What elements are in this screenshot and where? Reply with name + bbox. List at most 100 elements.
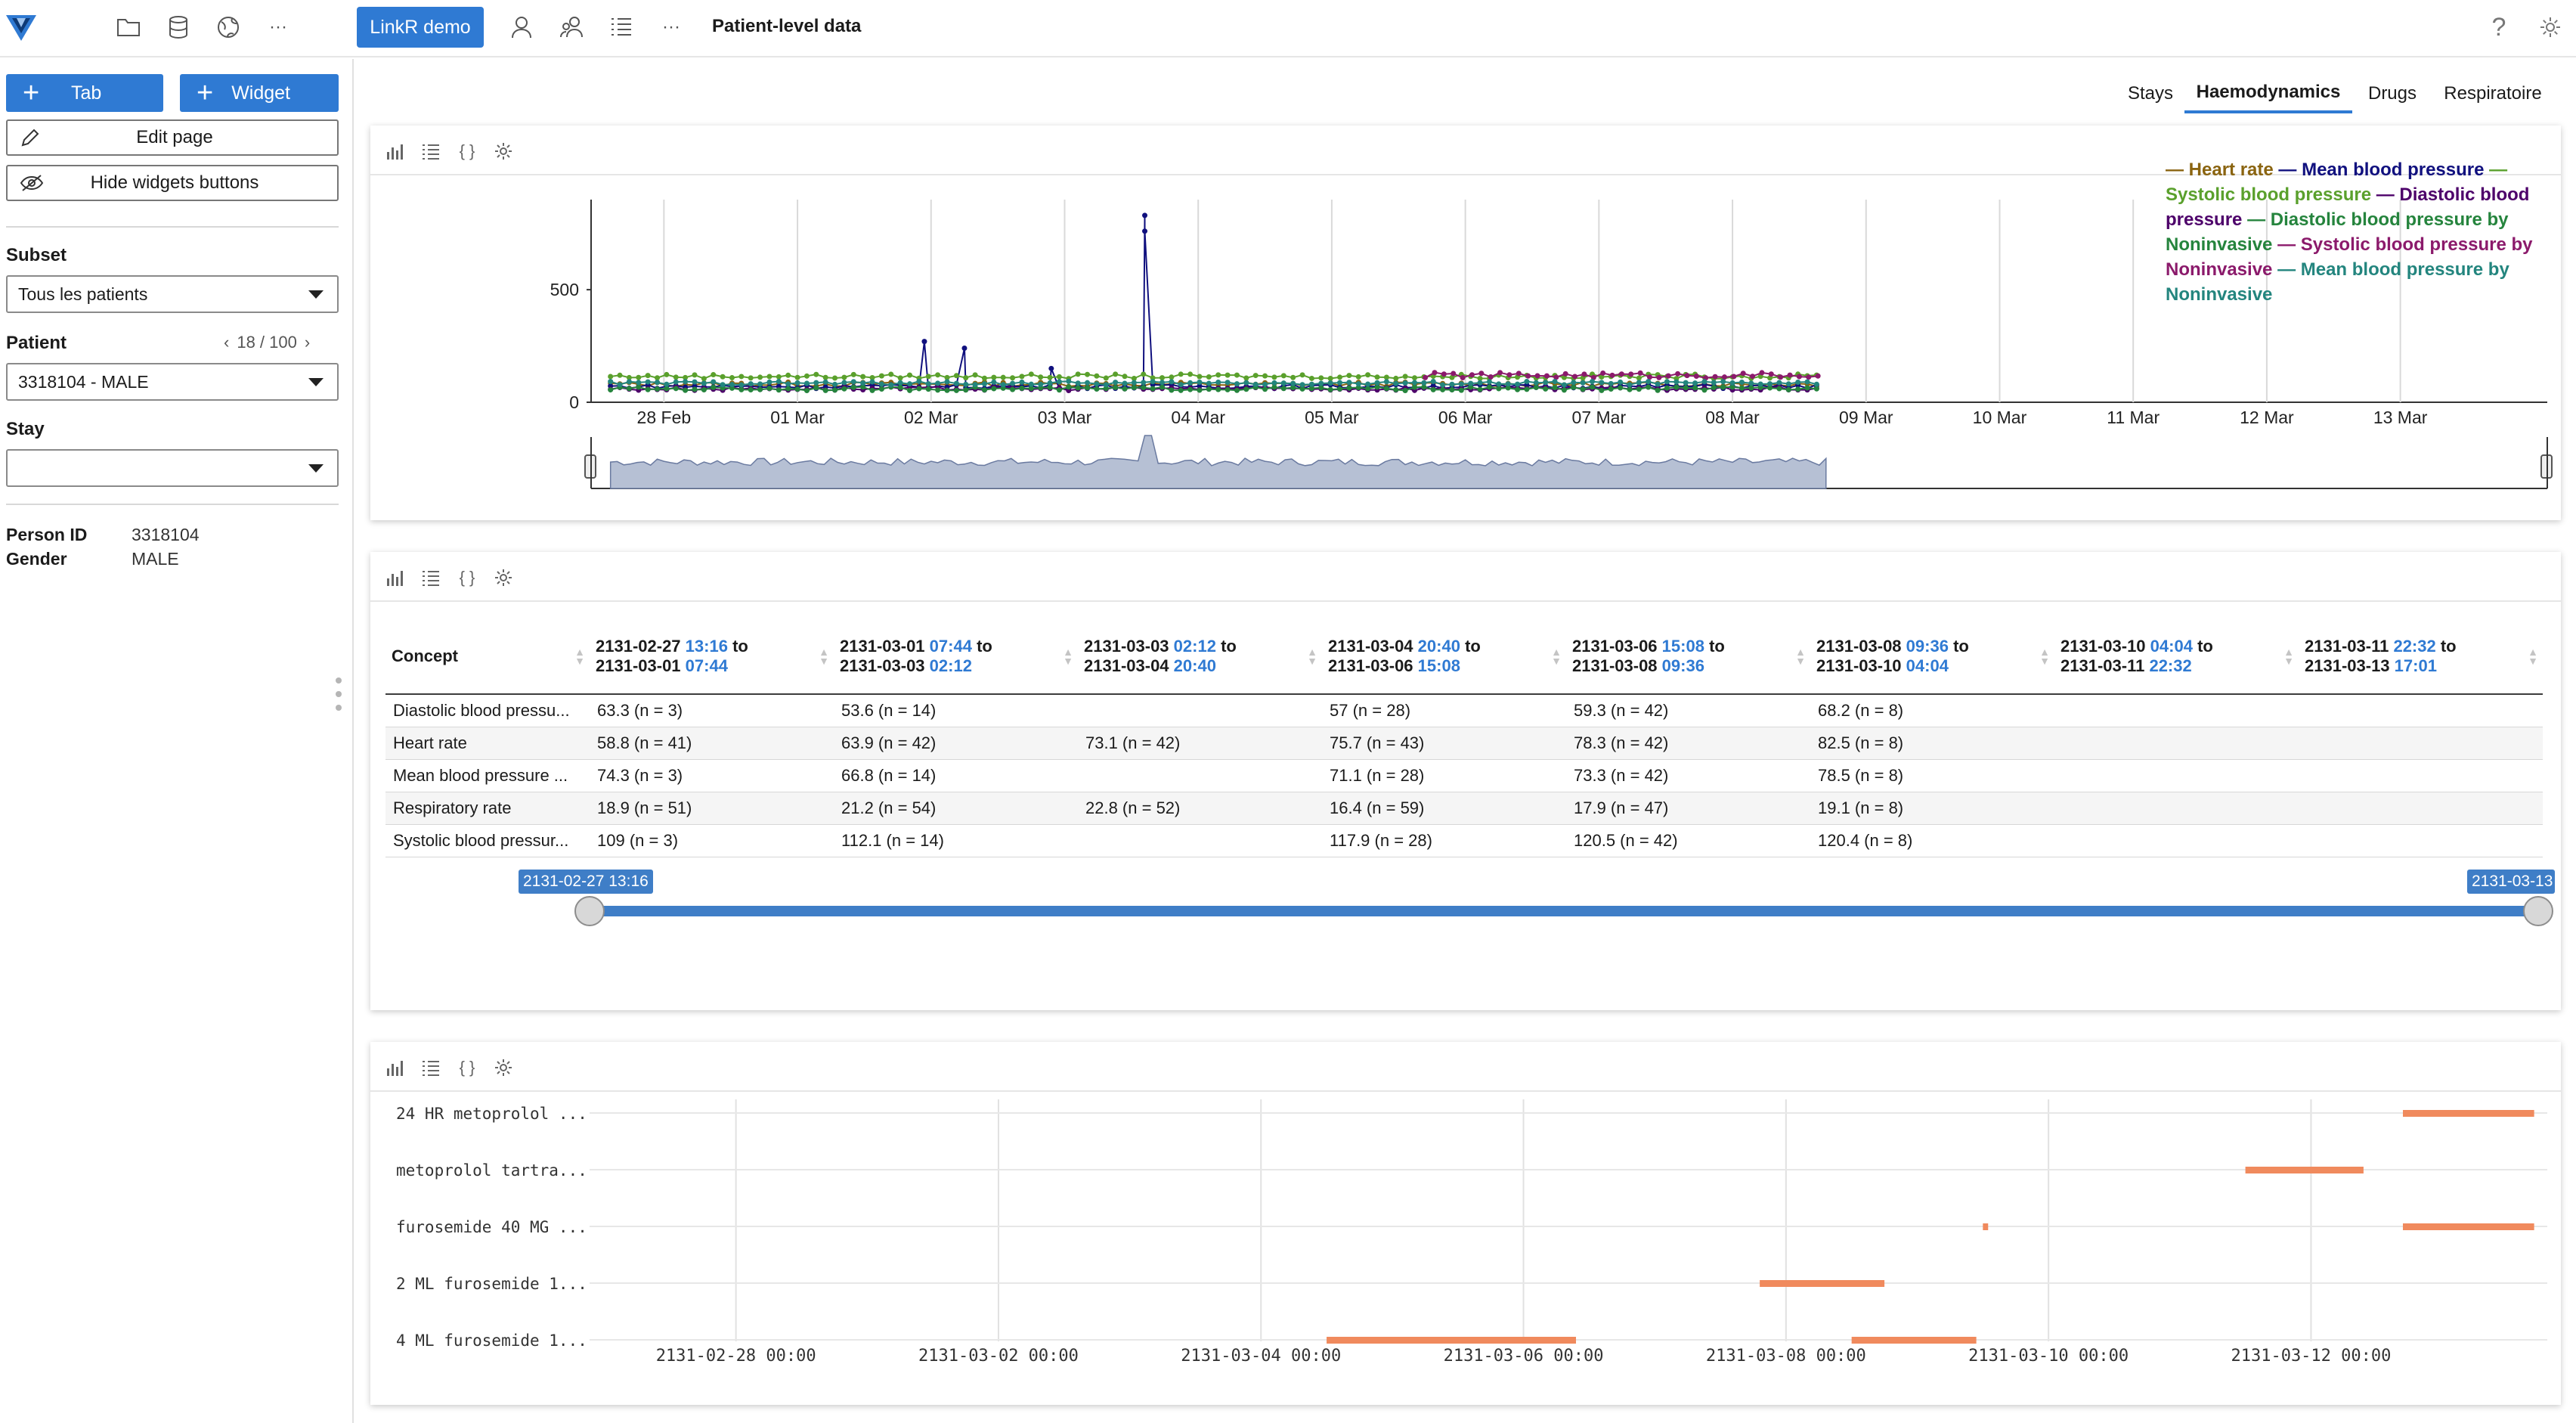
period-start-time: 07:44 bbox=[929, 636, 972, 656]
sort-icon[interactable]: ▲ ▼ bbox=[2283, 646, 2294, 666]
data-point bbox=[1393, 375, 1399, 381]
stay-select[interactable] bbox=[6, 449, 339, 487]
period-to: to bbox=[2440, 636, 2457, 656]
more-options-icon[interactable]: ··· bbox=[655, 11, 688, 44]
data-point bbox=[1440, 386, 1446, 392]
data-point bbox=[1075, 380, 1081, 386]
list-icon[interactable] bbox=[605, 11, 638, 44]
gear-icon[interactable] bbox=[2534, 11, 2567, 44]
column-header-period[interactable]: 2131-03-06 15:08 to 2131-03-08 09:36 ▲ ▼ bbox=[1566, 618, 1810, 695]
code-braces-icon[interactable]: { } bbox=[457, 1057, 478, 1078]
help-icon[interactable]: ? bbox=[2482, 11, 2516, 44]
data-point bbox=[1141, 380, 1147, 386]
chevron-right-icon[interactable]: › bbox=[305, 333, 310, 352]
linkr-logo-icon[interactable] bbox=[5, 11, 38, 44]
drugs-timeline-chart[interactable]: 2131-02-28 00:00 2131-03-02 00:00 2131-03-… bbox=[370, 1092, 2561, 1405]
sort-icon[interactable]: ▲ ▼ bbox=[1063, 646, 1073, 666]
data-point bbox=[935, 372, 941, 378]
data-point bbox=[1711, 385, 1717, 391]
gear-icon[interactable] bbox=[493, 141, 514, 162]
tab-haemodynamics[interactable]: Haemodynamics bbox=[2184, 74, 2352, 113]
table-row: Respiratory rate 18.9 (n = 51) 21.2 (n = 5… bbox=[385, 792, 2543, 825]
column-header-period[interactable]: 2131-03-08 09:36 to 2131-03-10 04:04 ▲ ▼ bbox=[1810, 618, 2054, 695]
patient-select[interactable]: 3318104 - MALE bbox=[6, 363, 339, 401]
column-header-period[interactable]: 2131-03-04 20:40 to 2131-03-06 15:08 ▲ ▼ bbox=[1322, 618, 1566, 695]
add-tab-button[interactable]: + Tab bbox=[6, 74, 163, 112]
data-point bbox=[1813, 381, 1819, 387]
code-braces-icon[interactable]: { } bbox=[457, 141, 478, 162]
list-icon[interactable] bbox=[420, 141, 441, 162]
data-point bbox=[1262, 381, 1268, 387]
data-point bbox=[841, 374, 847, 380]
drugs-timeline-widget: { } 2131-02-28 00:00 2131-03-02 00:00 2131… bbox=[370, 1042, 2561, 1405]
slider-start-handle[interactable] bbox=[574, 896, 605, 926]
x-tick-label: 2131-03-02 00:00 bbox=[918, 1347, 1079, 1366]
data-point bbox=[1393, 386, 1399, 392]
period-end-date: 2131-03-04 bbox=[1084, 656, 1169, 675]
sort-icon[interactable]: ▲ ▼ bbox=[819, 646, 829, 666]
pencil-icon bbox=[20, 127, 53, 148]
add-widget-button[interactable]: + Widget bbox=[180, 74, 339, 112]
linkr-demo-button[interactable]: LinkR demo bbox=[357, 7, 484, 48]
data-point bbox=[1393, 380, 1399, 386]
gender-label: Gender bbox=[6, 549, 67, 569]
code-braces-icon[interactable]: { } bbox=[457, 567, 478, 588]
period-end-date: 2131-03-06 bbox=[1328, 656, 1413, 675]
folder-icon[interactable] bbox=[112, 11, 145, 44]
tab-drugs[interactable]: Drugs bbox=[2352, 74, 2432, 113]
sort-icon[interactable]: ▲ ▼ bbox=[1551, 646, 1562, 666]
period-start-time: 13:16 bbox=[685, 636, 728, 656]
data-point bbox=[1543, 380, 1549, 386]
bar-chart-icon[interactable] bbox=[384, 1057, 405, 1078]
data-point bbox=[1075, 385, 1081, 391]
column-header-period[interactable]: 2131-03-01 07:44 to 2131-03-03 02:12 ▲ ▼ bbox=[834, 618, 1078, 695]
data-point bbox=[1085, 380, 1091, 386]
slider-end-handle[interactable] bbox=[2523, 896, 2553, 926]
data-point bbox=[1019, 386, 1025, 392]
column-header-concept[interactable]: Concept ▲ ▼ bbox=[385, 618, 590, 695]
edit-page-button[interactable]: Edit page bbox=[6, 119, 339, 156]
data-point bbox=[1449, 387, 1455, 393]
data-point bbox=[1562, 370, 1568, 377]
sort-icon[interactable]: ▲ ▼ bbox=[574, 646, 585, 666]
data-point bbox=[1308, 381, 1314, 387]
list-icon[interactable] bbox=[420, 1057, 441, 1078]
bar-chart-icon[interactable] bbox=[384, 567, 405, 588]
gear-icon[interactable] bbox=[493, 567, 514, 588]
tab-respiratoire[interactable]: Respiratoire bbox=[2432, 74, 2553, 113]
column-header-period[interactable]: 2131-03-10 04:04 to 2131-03-11 22:32 ▲ ▼ bbox=[2054, 618, 2299, 695]
tab-stays[interactable]: Stays bbox=[2116, 74, 2184, 113]
sidebar-resize-handle[interactable] bbox=[336, 677, 343, 718]
data-point bbox=[1693, 373, 1699, 379]
value-cell: 21.2 (n = 54) bbox=[834, 792, 1078, 825]
data-point bbox=[869, 387, 875, 393]
bar-chart-icon[interactable] bbox=[384, 141, 405, 162]
data-point bbox=[757, 374, 763, 380]
sort-icon[interactable]: ▲ ▼ bbox=[1795, 646, 1806, 666]
column-header-period[interactable]: 2131-03-11 22:32 to 2131-03-13 17:01 ▲ ▼ bbox=[2299, 618, 2543, 695]
widget-toolbar: { } bbox=[370, 552, 2561, 602]
time-range-slider[interactable] bbox=[590, 906, 2538, 916]
sort-icon[interactable]: ▲ ▼ bbox=[2039, 646, 2050, 666]
sort-icon[interactable]: ▲ ▼ bbox=[1307, 646, 1317, 666]
x-tick-label: 07 Mar bbox=[1572, 408, 1627, 427]
hide-widgets-buttons-button[interactable]: Hide widgets buttons bbox=[6, 165, 339, 201]
chevron-left-icon[interactable]: ‹ bbox=[224, 333, 229, 352]
column-header-period[interactable]: 2131-02-27 13:16 to 2131-03-01 07:44 ▲ ▼ bbox=[590, 618, 834, 695]
more-icon[interactable]: ··· bbox=[262, 11, 295, 44]
subset-select[interactable]: Tous les patients bbox=[6, 275, 339, 313]
globe-icon[interactable] bbox=[212, 11, 245, 44]
x-tick-label: 03 Mar bbox=[1038, 408, 1092, 427]
data-point bbox=[944, 379, 950, 385]
data-point bbox=[1271, 374, 1277, 380]
database-icon[interactable] bbox=[162, 11, 195, 44]
gear-icon[interactable] bbox=[493, 1057, 514, 1078]
sort-icon[interactable]: ▲ ▼ bbox=[2528, 646, 2538, 666]
people-icon[interactable] bbox=[555, 11, 588, 44]
data-point bbox=[1122, 386, 1128, 392]
data-point bbox=[1178, 382, 1184, 388]
column-header-period[interactable]: 2131-03-03 02:12 to 2131-03-04 20:40 ▲ ▼ bbox=[1078, 618, 1322, 695]
list-icon[interactable] bbox=[420, 567, 441, 588]
data-point bbox=[1402, 374, 1408, 380]
person-icon[interactable] bbox=[505, 11, 538, 44]
